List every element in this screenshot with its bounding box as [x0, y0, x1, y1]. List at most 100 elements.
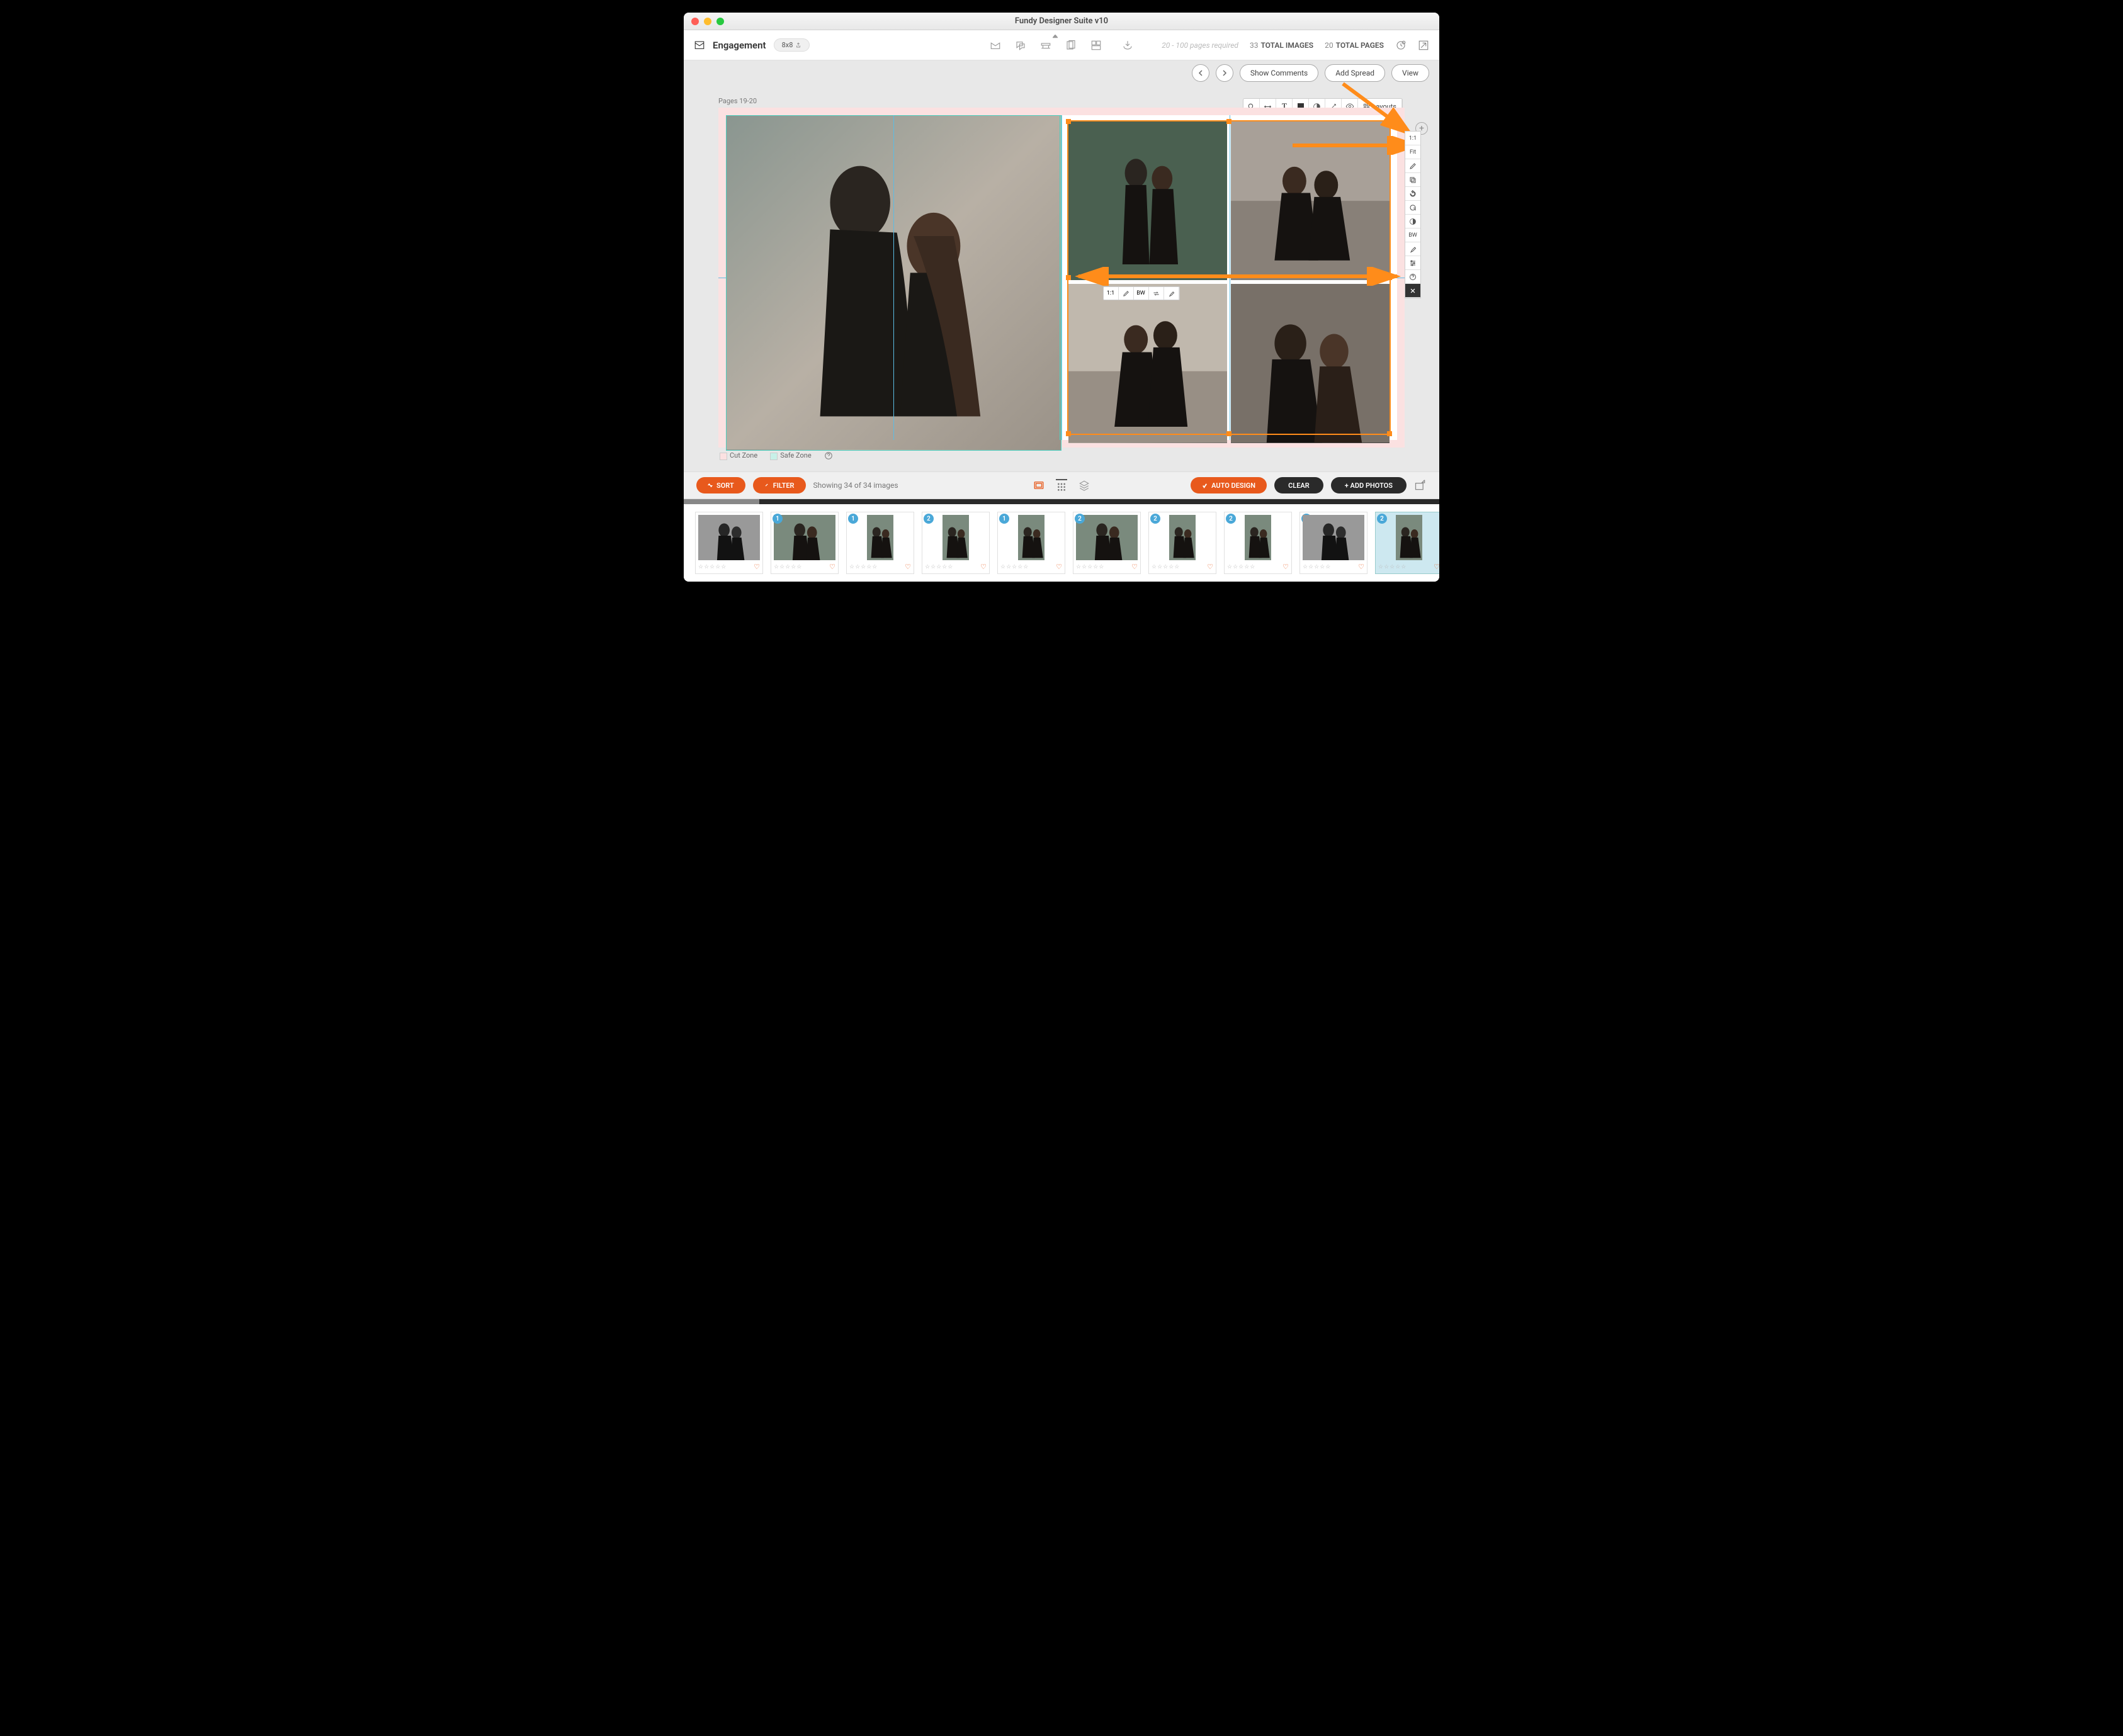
thumbnail-image	[943, 515, 969, 560]
rating-stars[interactable]: ☆☆☆☆☆	[774, 564, 802, 570]
side-ratio-button[interactable]: 1:1	[1405, 132, 1420, 145]
filter-button[interactable]: FILTER	[753, 477, 806, 493]
safe-zone-legend: Safe Zone	[770, 451, 811, 459]
wall-art-icon[interactable]	[1040, 40, 1051, 51]
side-fit-button[interactable]: Fit	[1405, 145, 1420, 159]
album-size-chip[interactable]: 8x8	[774, 38, 810, 52]
favorite-heart-icon[interactable]: ♡	[1131, 563, 1138, 571]
add-spread-button[interactable]: Add Spread	[1325, 64, 1385, 82]
grid-icon[interactable]	[1090, 40, 1102, 51]
rating-stars[interactable]: ☆☆☆☆☆	[1227, 564, 1255, 570]
side-bw-button[interactable]: BW	[1405, 228, 1420, 242]
view-mode-2-icon[interactable]	[1056, 479, 1067, 492]
side-copy-button[interactable]	[1405, 173, 1420, 187]
spread[interactable]: 1:1 BW	[718, 108, 1405, 448]
thumbnail-card[interactable]: 2 ☆☆☆☆☆ ♡	[1375, 512, 1439, 574]
clear-button[interactable]: CLEAR	[1274, 477, 1323, 493]
thumbnail-meta: ☆☆☆☆☆ ♡	[774, 560, 835, 571]
rating-stars[interactable]: ☆☆☆☆☆	[1000, 564, 1029, 570]
rating-stars[interactable]: ☆☆☆☆☆	[1152, 564, 1180, 570]
minimize-window-button[interactable]	[704, 18, 711, 25]
photo-cell-1[interactable]	[1068, 121, 1227, 280]
favorite-heart-icon[interactable]: ♡	[1358, 563, 1364, 571]
right-page-grid	[1068, 121, 1390, 434]
app-window: Fundy Designer Suite v10 Engagement 8x8 …	[684, 13, 1439, 582]
photo-cell-2[interactable]	[1231, 121, 1390, 280]
photo-cell-3[interactable]	[1068, 284, 1227, 442]
right-page[interactable]: 1:1 BW	[1062, 115, 1398, 440]
thumbnail-image	[1303, 515, 1364, 560]
img-tool-edit[interactable]	[1119, 287, 1134, 300]
thumbnail-card[interactable]: 1☆☆☆☆☆♡	[771, 512, 839, 574]
close-window-button[interactable]	[691, 18, 699, 25]
thumbnail-image	[1018, 515, 1045, 560]
inline-image-tools: 1:1 BW	[1103, 286, 1180, 300]
left-page[interactable]	[726, 115, 1062, 440]
sync-icon[interactable]	[1395, 40, 1407, 51]
side-contrast-button[interactable]	[1405, 215, 1420, 228]
favorite-heart-icon[interactable]: ♡	[1207, 563, 1213, 571]
showing-count: Showing 34 of 34 images	[813, 481, 898, 490]
favorite-heart-icon[interactable]: ♡	[754, 563, 760, 571]
side-dropper-button[interactable]	[1405, 242, 1420, 256]
img-tool-dropper[interactable]	[1164, 287, 1179, 300]
rating-stars[interactable]: ☆☆☆☆☆	[1378, 564, 1407, 570]
rating-stars[interactable]: ☆☆☆☆☆	[849, 564, 878, 570]
thumbnail-card[interactable]: 2☆☆☆☆☆♡	[1224, 512, 1292, 574]
zoom-window-button[interactable]	[716, 18, 724, 25]
thumbnail-card[interactable]: ☆☆☆☆☆ ♡	[695, 512, 763, 574]
thumbnail-image	[1076, 515, 1138, 560]
side-close-button[interactable]	[1405, 284, 1420, 298]
rating-stars[interactable]: ☆☆☆☆☆	[925, 564, 953, 570]
cards-icon[interactable]	[1065, 40, 1077, 51]
favorite-heart-icon[interactable]: ♡	[905, 563, 911, 571]
auto-design-button[interactable]: AUTO DESIGN	[1191, 477, 1267, 493]
thumbnail-image	[1245, 515, 1271, 560]
img-tool-bw[interactable]: BW	[1134, 287, 1149, 300]
side-refresh-button[interactable]	[1405, 201, 1420, 215]
prev-spread-button[interactable]	[1192, 64, 1209, 82]
sort-button[interactable]: SORT	[696, 477, 745, 493]
show-comments-button[interactable]: Show Comments	[1240, 64, 1318, 82]
side-edit-button[interactable]	[1405, 159, 1420, 173]
tray-scrollbar[interactable]	[684, 499, 1439, 504]
pages-required-stat: 20 - 100 pages required	[1162, 41, 1238, 50]
view-mode-3-icon[interactable]	[1078, 480, 1090, 491]
side-sliders-button[interactable]	[1405, 256, 1420, 270]
thumbnail-meta: ☆☆☆☆☆ ♡	[1303, 560, 1364, 571]
thumbnail-card[interactable]: 1☆☆☆☆☆♡	[997, 512, 1065, 574]
export-icon[interactable]	[1122, 40, 1133, 51]
side-help-button[interactable]	[1405, 270, 1420, 284]
thumbnail-card[interactable]: 2☆☆☆☆☆♡	[1299, 512, 1367, 574]
favorite-heart-icon[interactable]: ♡	[1282, 563, 1289, 571]
help-icon[interactable]	[824, 451, 833, 460]
next-spread-button[interactable]	[1216, 64, 1233, 82]
view-mode-1-icon[interactable]	[1033, 480, 1045, 491]
album-mode-icon[interactable]	[990, 40, 1001, 51]
rating-stars[interactable]: ☆☆☆☆☆	[698, 564, 727, 570]
favorite-heart-icon[interactable]: ♡	[980, 563, 987, 571]
thumbnail-image	[774, 515, 835, 560]
favorite-heart-icon[interactable]: ♡	[829, 563, 835, 571]
rating-stars[interactable]: ☆☆☆☆☆	[1076, 564, 1104, 570]
thumbnail-card[interactable]: 2☆☆☆☆☆♡	[922, 512, 990, 574]
comments-icon[interactable]	[1015, 40, 1026, 51]
favorite-heart-icon[interactable]: ♡	[1434, 563, 1439, 571]
thumbnail-card[interactable]: 2☆☆☆☆☆♡	[1148, 512, 1216, 574]
photo-cell-4[interactable]	[1231, 284, 1390, 442]
project-name[interactable]: Engagement	[713, 40, 766, 51]
usage-badge: 2	[1377, 514, 1387, 524]
thumbnail-card[interactable]: 1☆☆☆☆☆♡	[846, 512, 914, 574]
external-link-icon[interactable]	[1418, 40, 1429, 51]
img-tool-ratio[interactable]: 1:1	[1104, 287, 1119, 300]
rating-stars[interactable]: ☆☆☆☆☆	[1303, 564, 1331, 570]
album-icon[interactable]	[694, 40, 705, 51]
expand-tray-icon[interactable]	[1414, 479, 1427, 492]
thumbnail-card[interactable]: 2☆☆☆☆☆♡	[1073, 512, 1141, 574]
img-tool-swap[interactable]	[1149, 287, 1164, 300]
view-button[interactable]: View	[1391, 64, 1429, 82]
side-rotate-button[interactable]	[1405, 187, 1420, 201]
add-photos-button[interactable]: + ADD PHOTOS	[1331, 477, 1407, 493]
favorite-heart-icon[interactable]: ♡	[1056, 563, 1062, 571]
filter-view-icons	[1033, 479, 1090, 492]
